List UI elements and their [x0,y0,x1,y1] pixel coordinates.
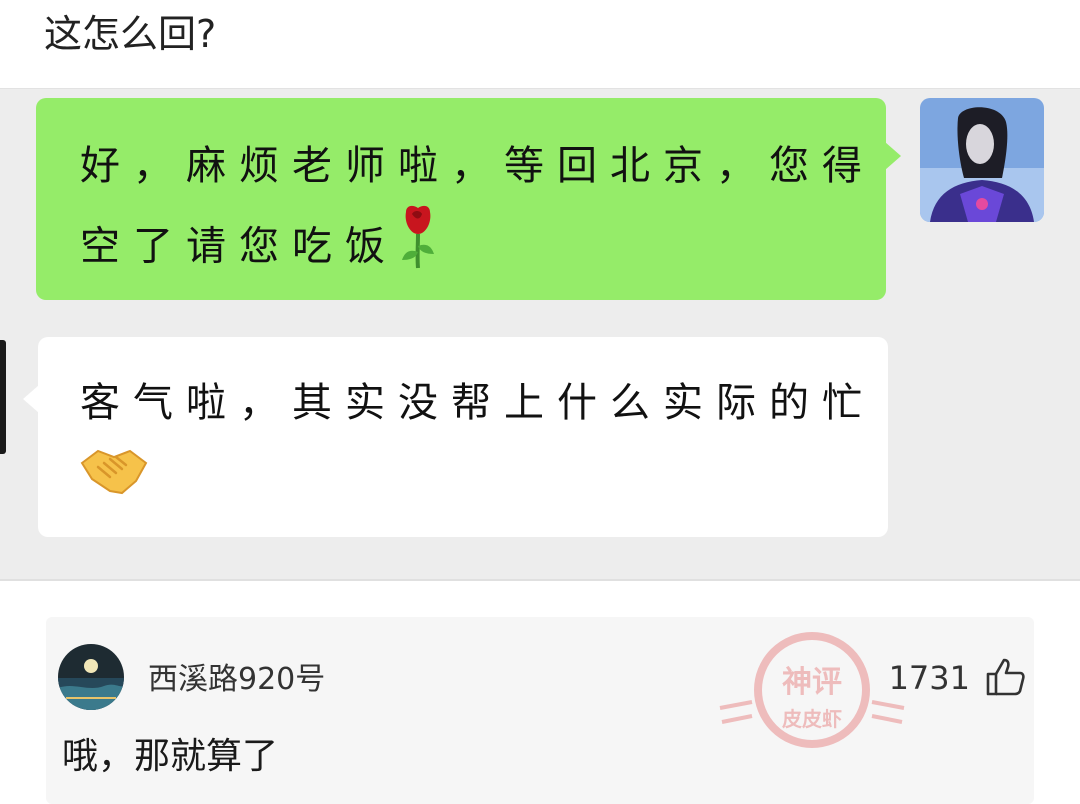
comment-text: 哦，那就算了 [62,736,279,777]
like-count: 1731 [888,659,970,697]
bubble-tail [885,142,901,170]
thumbs-up-icon[interactable] [984,656,1026,698]
chat-avatar[interactable] [920,98,1044,222]
watermark-stamp: 神评 皮皮虾 [712,622,912,762]
handshake-icon [80,443,148,522]
commenter-username[interactable]: 西溪路920号 [148,658,325,702]
post-title: 这怎么回? [44,12,217,56]
message-line: 客气啦，其实没帮上什么实际的忙 [80,380,875,426]
message-line: 空了请您吃饭 [80,223,398,270]
bubble-tail [23,385,39,413]
watermark-line1: 神评 [782,665,842,700]
sent-message-bubble: 好，麻烦老师啦，等回北京，您得 空了请您吃饭 [36,98,901,300]
rose-icon [398,204,438,295]
received-message-bubble: 客气啦，其实没帮上什么实际的忙 [23,337,888,537]
side-edge-tab [0,340,6,454]
message-line: 好，麻烦老师啦，等回北京，您得 [80,143,875,189]
watermark-line2: 皮皮虾 [782,707,842,731]
commenter-avatar[interactable] [58,644,124,710]
